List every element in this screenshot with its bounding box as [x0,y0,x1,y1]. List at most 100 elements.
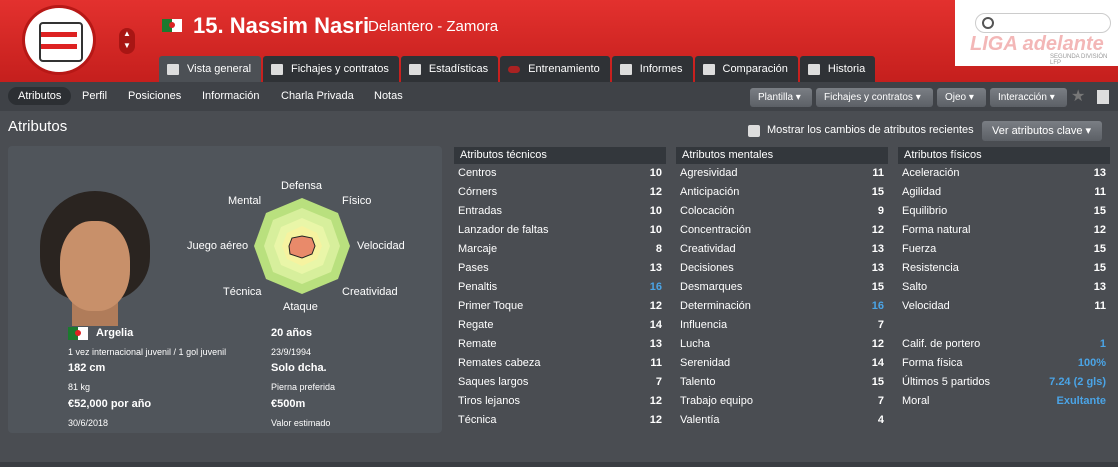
tab-history[interactable]: Historia [799,56,876,82]
attribute-value: 15 [1093,243,1106,255]
attribute-name: Moral [902,395,930,407]
attribute-row[interactable]: Desmarques 15 [676,278,888,297]
squad-dropdown[interactable]: Plantilla ▾ [750,88,812,107]
subnav-profile[interactable]: Perfil [82,90,107,102]
attribute-name: Córners [458,186,498,198]
attribute-row[interactable]: Penaltis 16 [454,278,666,297]
attribute-row[interactable]: Lanzador de faltas 10 [454,221,666,240]
player-switch-arrows[interactable]: ▲ ▼ [119,28,135,54]
photo-face [60,221,130,311]
attribute-row[interactable]: Serenidad 14 [676,354,888,373]
attribute-row[interactable]: Entradas 10 [454,202,666,221]
attribute-value: 11 [1094,186,1106,198]
attribute-row[interactable]: Forma física 100% [898,354,1110,373]
attribute-name: Primer Toque [458,300,524,312]
attribute-row[interactable]: Decisiones 13 [676,259,888,278]
attribute-name: Influencia [680,319,728,331]
attribute-row[interactable]: Anticipación 15 [676,183,888,202]
main-tabs: Vista general Fichajes y contratos Estad… [159,56,877,82]
attribute-row[interactable]: Agresividad 11 [676,164,888,183]
star-icon[interactable]: ★ [1071,86,1085,106]
attribute-row[interactable]: Fuerza 15 [898,240,1110,259]
stats-icon [408,63,421,75]
add-note-icon[interactable] [1097,90,1109,104]
key-attributes-button[interactable]: Ver atributos clave ▾ [982,121,1102,141]
interaction-dropdown[interactable]: Interacción ▾ [990,88,1067,107]
attribute-name: Talento [680,376,716,388]
attribute-name: Decisiones [680,262,734,274]
height: 182 cm [68,362,106,374]
tab-reports[interactable]: Informes [611,56,693,82]
attribute-row[interactable]: Agilidad 11 [898,183,1110,202]
attribute-row[interactable]: Moral Exultante [898,392,1110,411]
radar-label: Físico [342,195,372,207]
attribute-row[interactable]: Determinación 16 [676,297,888,316]
age: 20 años [271,327,312,339]
estimated-value: €500m [271,398,306,410]
attribute-value: 7 [877,319,884,331]
tab-overview[interactable]: Vista general [159,56,262,82]
tab-transfers[interactable]: Fichajes y contratos [263,56,399,82]
attribute-row[interactable]: Primer Toque 12 [454,297,666,316]
weight: 81 kg [68,382,91,392]
transfers-dropdown[interactable]: Fichajes y contratos ▾ [816,88,933,107]
attribute-row[interactable]: Influencia 7 [676,316,888,335]
attribute-row[interactable]: Aceleración 13 [898,164,1110,183]
attribute-value: 11 [650,357,662,369]
attribute-row[interactable]: Saques largos 7 [454,373,666,392]
attribute-row[interactable]: Remate 13 [454,335,666,354]
attribute-row[interactable]: Creatividad 13 [676,240,888,259]
attribute-row[interactable]: Técnica 12 [454,411,666,430]
attribute-row[interactable]: Últimos 5 partidos 7.24 (2 gls) [898,373,1110,392]
attribute-row[interactable]: Salto 13 [898,278,1110,297]
attribute-row[interactable]: Colocación 9 [676,202,888,221]
tab-label: Entrenamiento [528,63,600,75]
estimated-value-label: Valor estimado [271,418,331,428]
attribute-row[interactable]: Centros 10 [454,164,666,183]
subnav-attributes[interactable]: Atributos [8,87,72,105]
attribute-row[interactable]: Valentía 4 [676,411,888,430]
club-crest[interactable] [22,5,96,75]
tab-label: Estadísticas [428,63,489,75]
attribute-row[interactable]: Marcaje 8 [454,240,666,259]
attribute-name: Pases [458,262,489,274]
subnav-positions[interactable]: Posiciones [128,90,181,102]
header-bar: ▲ ▼ 15. Nassim Nasri Delantero - Zamora V… [0,0,1118,82]
search-input[interactable] [975,13,1111,33]
tab-comparison[interactable]: Comparación [694,56,798,82]
technical-attributes-header: Atributos técnicos [454,147,666,164]
attribute-row[interactable]: Remates cabeza 11 [454,354,666,373]
subnav-private-chat[interactable]: Charla Privada [281,90,354,102]
subnav-notes[interactable]: Notas [374,90,403,102]
attribute-row[interactable]: Córners 12 [454,183,666,202]
player-name: 15. Nassim Nasri [193,13,370,38]
attribute-name: Técnica [458,414,497,426]
preferred-foot-label: Pierna preferida [271,382,336,392]
attribute-row[interactable]: Regate 14 [454,316,666,335]
subnav-information[interactable]: Información [202,90,259,102]
tab-stats[interactable]: Estadísticas [400,56,499,82]
comparison-icon [702,63,715,75]
attribute-row[interactable]: Resistencia 15 [898,259,1110,278]
attribute-value: 16 [871,300,884,312]
attribute-row[interactable]: Trabajo equipo 7 [676,392,888,411]
preferred-foot: Solo dcha. [271,362,327,374]
attribute-row[interactable]: Calif. de portero 1 [898,335,1110,354]
attribute-row[interactable]: Tiros lejanos 12 [454,392,666,411]
attribute-value: 16 [649,281,662,293]
attribute-row[interactable]: Lucha 12 [676,335,888,354]
attribute-row[interactable]: Pases 13 [454,259,666,278]
attribute-row[interactable]: Equilibrio 15 [898,202,1110,221]
radar-label: Creatividad [342,286,398,298]
attribute-row[interactable]: Forma natural 12 [898,221,1110,240]
attribute-name: Equilibrio [902,205,948,217]
show-changes-checkbox[interactable] [748,125,760,137]
dropdown-label: Ojeo [945,92,967,103]
attribute-row[interactable]: Talento 15 [676,373,888,392]
attribute-row[interactable]: Concentración 12 [676,221,888,240]
scouting-dropdown[interactable]: Ojeo ▾ [937,88,986,107]
tab-training[interactable]: Entrenamiento [500,56,610,82]
attribute-row[interactable]: Velocidad 11 [898,297,1110,316]
player-position-club: Delantero - Zamora [368,18,499,35]
